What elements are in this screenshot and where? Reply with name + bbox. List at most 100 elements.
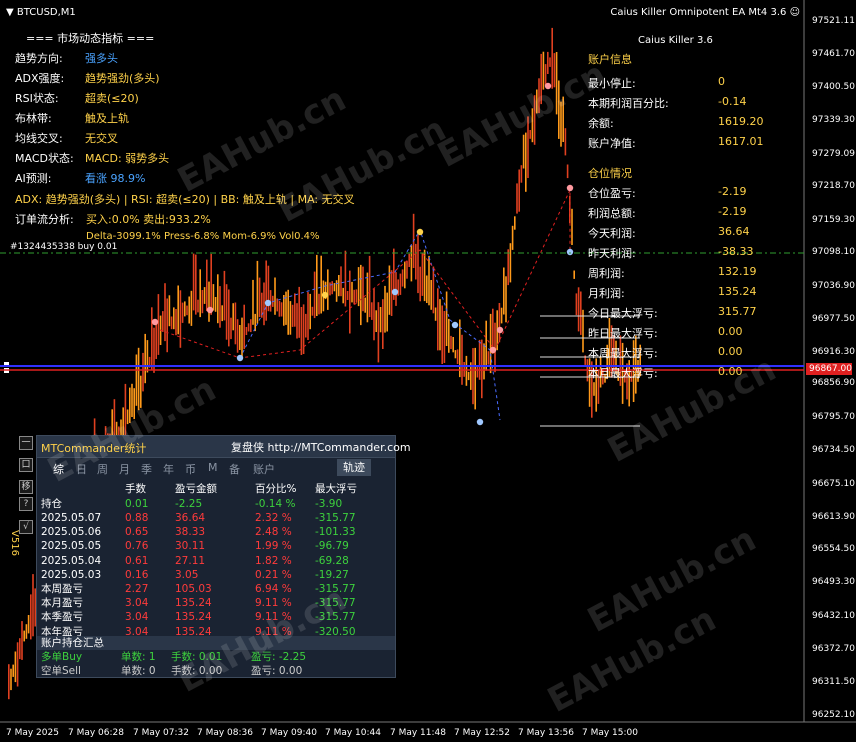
mtcommander-link[interactable]: 复盘侠 http://MTCommander.com — [231, 439, 411, 455]
candle — [274, 277, 276, 315]
price-tick: 96856.90 — [812, 378, 855, 388]
candle — [12, 664, 14, 677]
side-toolbar-button[interactable]: ? — [19, 497, 33, 511]
candle — [474, 347, 476, 410]
candle — [575, 293, 578, 316]
candle — [415, 243, 417, 280]
candle — [362, 266, 364, 312]
table-cell: 105.03 — [175, 583, 212, 595]
account-row-value: -2.19 — [718, 205, 747, 218]
candle — [30, 594, 32, 640]
table-cell: 0.61 — [125, 554, 149, 567]
candle — [566, 164, 569, 179]
candle — [208, 281, 210, 322]
price-tick: 96432.10 — [812, 611, 855, 621]
trade-marker — [151, 318, 159, 326]
table-cell: 2.48 % — [255, 526, 292, 539]
candle — [452, 337, 454, 353]
candle — [192, 253, 195, 311]
side-toolbar-button[interactable]: 一 — [19, 436, 33, 450]
table-row: 2025.05.07 0.88 36.64 2.32 % -315.77 — [41, 511, 391, 525]
candle — [454, 350, 457, 359]
price-tick: 97218.70 — [812, 181, 855, 191]
mtcommander-tab[interactable]: 备 — [229, 461, 240, 477]
candle — [421, 252, 424, 296]
candle — [432, 266, 435, 314]
price-tick: 96372.70 — [812, 644, 855, 654]
market-row-value: MACD: 弱势多头 — [85, 152, 170, 165]
account-row-value: 1617.01 — [718, 135, 764, 148]
candle — [428, 255, 430, 306]
mtcommander-tab[interactable]: 年 — [163, 461, 174, 477]
mtcommander-tab[interactable]: 币 — [185, 461, 196, 477]
candle — [423, 249, 426, 302]
mtcommander-tab[interactable]: 账户 — [253, 461, 275, 477]
table-cell: 0.88 — [125, 512, 149, 524]
candle — [373, 288, 375, 341]
candle — [564, 128, 567, 156]
candle — [201, 290, 204, 314]
row-label: 2025.05.07 — [41, 512, 102, 524]
candle — [511, 225, 514, 250]
candle — [461, 334, 463, 385]
table-cell: 1.82 % — [255, 554, 292, 567]
candle — [520, 165, 523, 183]
side-toolbar-button[interactable]: 口 — [19, 458, 33, 472]
candle — [333, 283, 336, 292]
candle — [399, 273, 402, 295]
account-row-value: 1619.20 — [718, 115, 764, 128]
smiley-icon: ☺ — [789, 7, 800, 18]
candle — [318, 293, 320, 315]
candle — [223, 270, 226, 321]
table-cell: 3.04 — [125, 597, 149, 610]
candle — [503, 267, 505, 315]
candle — [417, 235, 419, 294]
market-row-label: RSI状态: — [15, 92, 59, 105]
dropdown-triangle-icon[interactable]: ▼ — [6, 7, 14, 18]
table-cell: -3.90 — [315, 498, 343, 510]
candle — [368, 255, 371, 318]
candle — [19, 638, 21, 660]
side-toolbar-button[interactable]: 移 — [19, 480, 33, 494]
market-row-value: 看涨 98.9% — [85, 172, 146, 185]
candle — [498, 303, 501, 343]
candle — [146, 340, 149, 373]
price-tick: 96554.50 — [812, 544, 855, 554]
side-toolbar-button[interactable]: √ — [19, 520, 33, 534]
candle — [382, 299, 384, 349]
mtcommander-tab[interactable]: M — [208, 461, 218, 474]
candle — [135, 354, 138, 406]
track-button[interactable]: 轨迹 — [337, 459, 371, 476]
candle — [263, 282, 265, 326]
candle — [311, 306, 314, 316]
candle — [305, 313, 307, 338]
candle — [190, 290, 193, 326]
candle — [162, 311, 164, 332]
candle — [250, 319, 252, 333]
table-cell: 30.11 — [175, 540, 206, 553]
candle — [485, 320, 487, 371]
candle — [430, 280, 432, 310]
orderflow-label: 订单流分析: — [15, 213, 74, 226]
table-cell: 2.27 — [125, 583, 149, 595]
mtcommander-tab[interactable]: 季 — [141, 461, 152, 477]
candle — [313, 271, 316, 319]
table-cell: 27.11 — [175, 554, 206, 567]
candle — [327, 269, 329, 310]
summary-cell: 单数: 1 — [121, 651, 156, 663]
table-cell: -0.14 % — [255, 498, 296, 510]
price-tick: 96613.90 — [812, 512, 855, 522]
market-row-value: 趋势强劲(多头) — [85, 72, 160, 85]
candle — [573, 270, 575, 279]
time-tick: 7 May 12:52 — [454, 728, 510, 738]
candle — [401, 269, 404, 287]
trade-marker — [391, 288, 399, 296]
symbol-header: ▼ BTCUSD,M1 — [6, 7, 76, 18]
account-row-label: 昨天利润: — [588, 247, 636, 260]
table-cell: 0.65 — [125, 526, 149, 539]
candle — [265, 260, 267, 321]
candle — [245, 327, 248, 335]
mtcommander-tab[interactable]: 月 — [119, 461, 130, 477]
mt4-chart-window[interactable]: ▼ BTCUSD,M1 Caius Killer Omnipotent EA M… — [0, 0, 856, 742]
candle — [450, 335, 452, 350]
